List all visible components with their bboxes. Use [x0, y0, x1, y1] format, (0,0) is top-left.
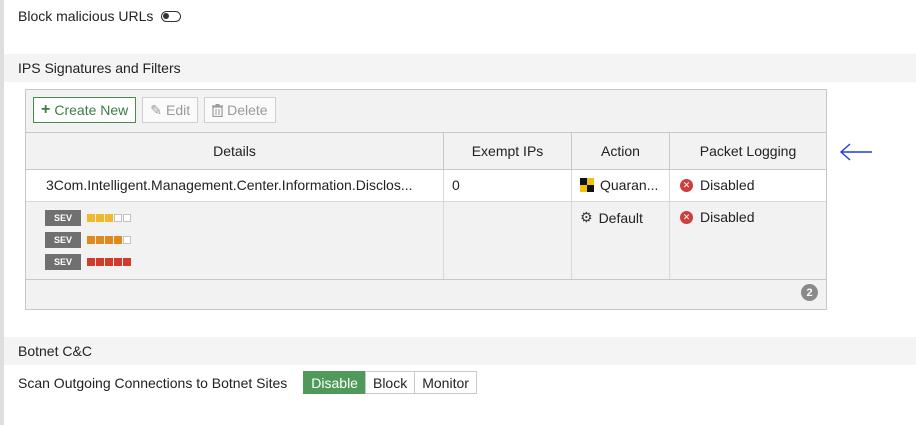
- gear-icon: ⚙: [580, 209, 593, 225]
- block-option-button[interactable]: Block: [364, 371, 416, 394]
- disabled-x-icon: ✕: [680, 210, 693, 224]
- sev-badge: SEV: [45, 254, 81, 270]
- packet-logging-value: Disabled: [700, 209, 755, 225]
- action-cell: Quaran...: [572, 170, 670, 201]
- pencil-icon: ✎: [150, 101, 162, 118]
- ips-section-title: IPS Signatures and Filters: [18, 60, 181, 76]
- trash-icon: [212, 103, 224, 117]
- signature-name: 3Com.Intelligent.Management.Center.Infor…: [46, 177, 413, 193]
- column-header-action[interactable]: Action: [572, 133, 670, 169]
- severity-blocks: [87, 258, 131, 266]
- edit-button[interactable]: ✎ Edit: [142, 97, 199, 123]
- row-count-badge: 2: [801, 284, 818, 301]
- botnet-scan-label: Scan Outgoing Connections to Botnet Site…: [18, 374, 288, 391]
- exempt-ips-cell: [444, 202, 572, 279]
- packet-logging-cell: ✕ Disabled: [670, 202, 826, 279]
- disable-option-button[interactable]: Disable: [303, 371, 366, 394]
- monitor-option-button[interactable]: Monitor: [414, 371, 477, 394]
- sev-badge: SEV: [45, 232, 81, 248]
- botnet-section-header: Botnet C&C: [4, 337, 916, 365]
- exempt-ips-cell: 0: [444, 170, 572, 201]
- details-cell: 3Com.Intelligent.Management.Center.Infor…: [26, 170, 444, 201]
- botnet-section-title: Botnet C&C: [18, 343, 92, 359]
- block-malicious-urls-toggle[interactable]: [161, 10, 182, 22]
- severity-blocks: [87, 214, 131, 222]
- edit-label: Edit: [166, 102, 191, 118]
- block-malicious-urls-label: Block malicious URLs: [18, 8, 154, 24]
- packet-logging-cell: ✕ Disabled: [670, 170, 826, 201]
- column-header-packet-logging[interactable]: Packet Logging: [670, 133, 826, 169]
- ips-panel: + Create New ✎ Edit Delete Details Exemp…: [25, 89, 827, 310]
- table-row[interactable]: SEV SEV SEV ⚙ Default ✕ Disabled: [26, 202, 826, 279]
- delete-label: Delete: [227, 102, 268, 118]
- details-cell: SEV SEV SEV: [26, 202, 444, 279]
- create-new-label: Create New: [54, 102, 129, 118]
- table-header: Details Exempt IPs Action Packet Logging: [26, 133, 826, 170]
- ips-section-header: IPS Signatures and Filters: [4, 54, 916, 82]
- block-malicious-urls-row: Block malicious URLs: [18, 6, 182, 26]
- quarantine-icon: [580, 178, 594, 192]
- severity-blocks: [87, 236, 131, 244]
- column-header-exempt-ips[interactable]: Exempt IPs: [444, 133, 572, 169]
- botnet-scan-row: Scan Outgoing Connections to Botnet Site…: [18, 371, 477, 394]
- severity-rating: SEV: [45, 254, 131, 270]
- table-row[interactable]: 3Com.Intelligent.Management.Center.Infor…: [26, 170, 826, 202]
- ips-toolbar: + Create New ✎ Edit Delete: [33, 97, 276, 123]
- create-new-button[interactable]: + Create New: [33, 97, 137, 123]
- disabled-x-icon: ✕: [680, 178, 693, 192]
- column-header-details[interactable]: Details: [26, 133, 444, 169]
- severity-rating: SEV: [45, 210, 131, 226]
- ips-table: Details Exempt IPs Action Packet Logging…: [26, 132, 826, 280]
- action-value: Quaran...: [600, 177, 659, 193]
- exempt-ips-value: 0: [452, 177, 460, 193]
- arrow-left-icon: [839, 143, 872, 161]
- packet-logging-value: Disabled: [700, 177, 755, 193]
- sev-badge: SEV: [45, 210, 81, 226]
- action-value: Default: [598, 209, 643, 226]
- plus-icon: +: [41, 101, 51, 118]
- action-cell: ⚙ Default: [572, 202, 670, 279]
- botnet-scan-selector: Disable Block Monitor: [303, 371, 477, 394]
- delete-button[interactable]: Delete: [204, 97, 276, 123]
- severity-rating: SEV: [45, 232, 131, 248]
